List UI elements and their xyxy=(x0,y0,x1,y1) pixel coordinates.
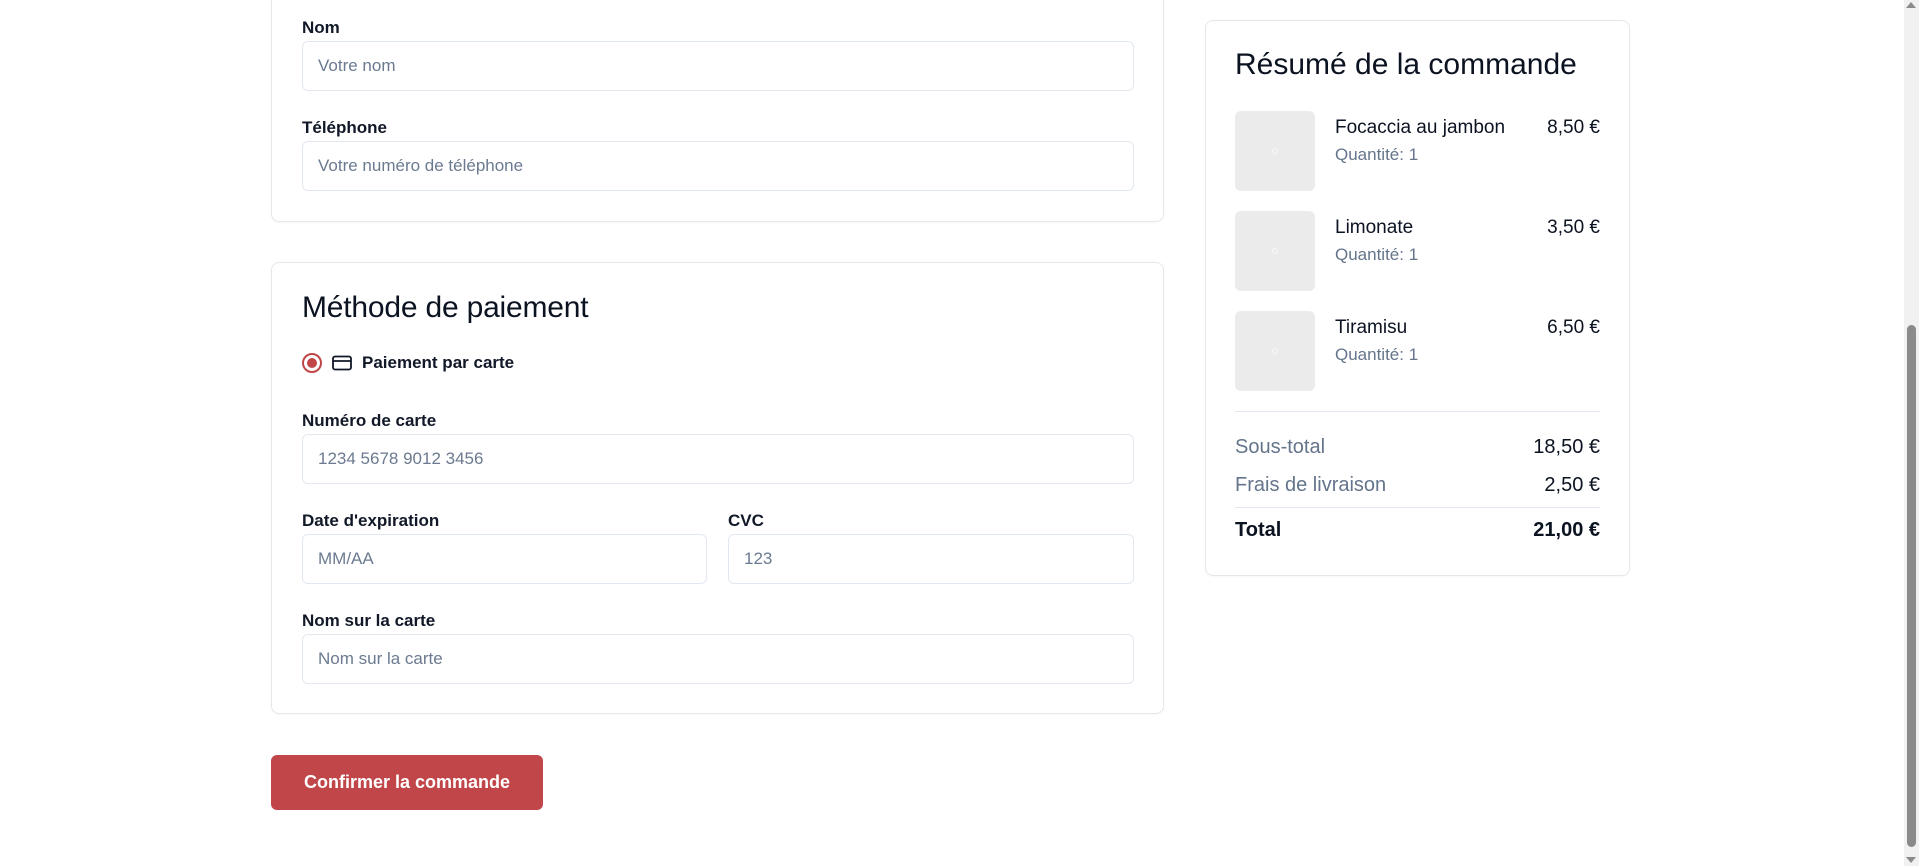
card-name-label: Nom sur la carte xyxy=(302,611,436,630)
card-payment-radio[interactable] xyxy=(302,353,322,373)
subtotal-row: Sous-total 18,50 € xyxy=(1235,436,1600,462)
item-quantity: Quantité: 1 xyxy=(1335,245,1419,264)
checkout-page: Nom Téléphone Méthode de paiement Paieme… xyxy=(0,0,1919,866)
expiry-date-input[interactable] xyxy=(302,534,707,584)
total-row: Total 21,00 € xyxy=(1235,519,1600,545)
summary-divider xyxy=(1235,411,1600,412)
scroll-up-arrow-icon[interactable] xyxy=(1906,2,1916,8)
confirm-order-button[interactable]: Confirmer la commande xyxy=(271,755,543,810)
card-name-input[interactable] xyxy=(302,634,1134,684)
cvc-label: CVC xyxy=(728,511,764,530)
item-quantity: Quantité: 1 xyxy=(1335,345,1419,364)
card-payment-label[interactable]: Paiement par carte xyxy=(362,353,514,373)
item-image-placeholder xyxy=(1235,111,1315,191)
vertical-scrollbar[interactable] xyxy=(1904,0,1919,866)
total-divider xyxy=(1235,507,1600,508)
card-number-input[interactable] xyxy=(302,434,1134,484)
scrollbar-thumb[interactable] xyxy=(1907,325,1916,847)
item-price: 6,50 € xyxy=(1547,317,1600,338)
item-price: 8,50 € xyxy=(1547,117,1600,138)
item-name: Focaccia au jambon xyxy=(1335,117,1506,138)
image-placeholder-icon xyxy=(1272,248,1278,254)
card-number-label: Numéro de carte xyxy=(302,411,437,430)
delivery-fee-value: 2,50 € xyxy=(1544,474,1600,496)
item-name: Limonate xyxy=(1335,217,1414,238)
order-item: Limonate Quantité: 1 3,50 € xyxy=(1235,211,1600,291)
delivery-fee-label: Frais de livraison xyxy=(1235,474,1387,496)
phone-input[interactable] xyxy=(302,141,1134,191)
subtotal-value: 18,50 € xyxy=(1533,436,1600,458)
item-price: 3,50 € xyxy=(1547,217,1600,238)
delivery-fee-row: Frais de livraison 2,50 € xyxy=(1235,474,1600,500)
payment-section-title: Méthode de paiement xyxy=(302,291,589,324)
subtotal-label: Sous-total xyxy=(1235,436,1326,458)
order-summary-title: Résumé de la commande xyxy=(1235,48,1577,81)
cvc-input[interactable] xyxy=(728,534,1134,584)
name-input[interactable] xyxy=(302,41,1134,91)
item-name: Tiramisu xyxy=(1335,317,1408,338)
total-label: Total xyxy=(1235,519,1282,541)
phone-label: Téléphone xyxy=(302,118,388,137)
item-image-placeholder xyxy=(1235,211,1315,291)
name-label: Nom xyxy=(302,18,340,37)
expiry-date-label: Date d'expiration xyxy=(302,511,440,530)
order-item: Tiramisu Quantité: 1 6,50 € xyxy=(1235,311,1600,391)
item-image-placeholder xyxy=(1235,311,1315,391)
image-placeholder-icon xyxy=(1272,348,1278,354)
order-item: Focaccia au jambon Quantité: 1 8,50 € xyxy=(1235,111,1600,191)
image-placeholder-icon xyxy=(1272,148,1278,154)
credit-card-icon xyxy=(332,355,352,371)
total-value: 21,00 € xyxy=(1533,519,1600,541)
scroll-down-arrow-icon[interactable] xyxy=(1906,857,1916,863)
item-quantity: Quantité: 1 xyxy=(1335,145,1419,164)
